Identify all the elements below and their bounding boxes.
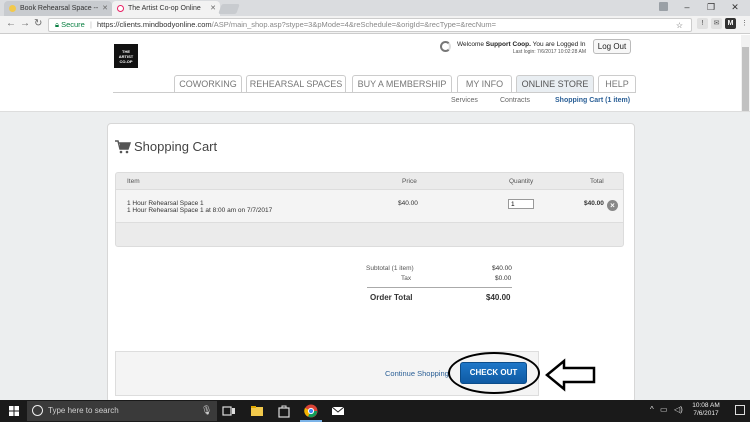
nav-coworking[interactable]: COWORKING: [174, 75, 242, 93]
chrome-icon[interactable]: [304, 404, 318, 418]
windows-start-icon[interactable]: [9, 406, 19, 416]
subnav-services[interactable]: Services: [451, 97, 478, 104]
favicon-icon: [117, 5, 124, 12]
summary-divider: [367, 287, 512, 288]
welcome-prefix: Welcome: [457, 41, 486, 48]
remove-item-icon[interactable]: ×: [607, 200, 618, 211]
nav-my-info[interactable]: MY INFO: [457, 75, 512, 93]
browser-tab-strip: Book Rehearsal Space -- ✕ The Artist Co-…: [0, 0, 750, 16]
clock[interactable]: 10:08 AM 7/6/2017: [686, 402, 726, 418]
nav-divider: [113, 92, 636, 93]
secure-label: Secure: [61, 20, 85, 29]
subtotal-label: Subtotal (1 item): [366, 265, 414, 272]
order-total-label: Order Total: [370, 293, 413, 302]
url-host: https://clients.mindbodyonline.com: [96, 20, 212, 29]
quantity-input[interactable]: [508, 199, 534, 209]
clock-date: 7/6/2017: [693, 410, 719, 417]
notifications-icon[interactable]: [735, 405, 745, 415]
back-icon[interactable]: ←: [6, 18, 16, 29]
close-window-button[interactable]: ✕: [723, 0, 747, 16]
close-icon[interactable]: ✕: [210, 1, 216, 16]
clock-time: 10:08 AM: [692, 402, 720, 409]
profile-icon[interactable]: [659, 2, 668, 11]
nav-online-store[interactable]: ONLINE STORE: [516, 75, 594, 93]
column-header-price: Price: [402, 178, 417, 185]
highlight-circle: [448, 352, 540, 394]
subtotal-value: $40.00: [492, 265, 512, 272]
page-title: Shopping Cart: [134, 139, 218, 154]
loading-spinner-icon: [440, 41, 451, 52]
logout-button[interactable]: Log Out: [593, 39, 631, 54]
tray-chevron-icon[interactable]: ^: [650, 405, 654, 414]
network-icon[interactable]: ▭: [660, 405, 668, 414]
maximize-button[interactable]: ❐: [699, 0, 723, 16]
address-bar[interactable]: 🔒︎ Secure | https://clients.mindbodyonli…: [48, 18, 692, 32]
close-icon[interactable]: ✕: [102, 1, 108, 16]
tab-artist-coop-online[interactable]: The Artist Co-op Online ✕: [112, 1, 220, 16]
task-view-icon[interactable]: [222, 404, 236, 418]
mail-icon[interactable]: [331, 404, 345, 418]
pointer-arrow-icon: [545, 358, 596, 392]
browser-toolbar: ← → ↻ 🔒︎ Secure | https://clients.mindbo…: [0, 16, 750, 34]
tab-book-rehearsal-space[interactable]: Book Rehearsal Space -- ✕: [4, 1, 112, 16]
store-icon[interactable]: [277, 404, 291, 418]
subnav-shopping-cart[interactable]: Shopping Cart (1 item): [555, 97, 630, 104]
continue-shopping-link[interactable]: Continue Shopping: [385, 369, 449, 378]
item-name: 1 Hour Rehearsal Space 1: [127, 200, 204, 207]
reload-icon[interactable]: ↻: [34, 18, 42, 29]
order-total-value: $40.00: [486, 293, 511, 302]
new-tab-button[interactable]: [218, 4, 240, 14]
menu-icon[interactable]: ⋮: [739, 18, 750, 29]
taskbar-search[interactable]: Type here to search 🎙︎: [27, 401, 217, 421]
logo-text: CO-OP: [119, 59, 133, 64]
welcome-suffix: You are Logged In: [530, 41, 586, 48]
url-separator: |: [89, 20, 92, 29]
url-path: /ASP/main_shop.asp?stype=3&pMode=4&reSch…: [211, 20, 496, 29]
file-explorer-icon[interactable]: [250, 404, 264, 418]
tax-label: Tax: [401, 275, 412, 282]
search-placeholder: Type here to search: [48, 406, 119, 415]
item-price: $40.00: [398, 200, 418, 207]
extension-icon[interactable]: M: [725, 18, 736, 29]
welcome-text: Welcome Support Coop. You are Logged In: [457, 41, 586, 48]
column-header-total: Total: [590, 178, 604, 185]
bookmark-star-icon[interactable]: ☆: [676, 20, 683, 31]
nav-help[interactable]: HELP: [598, 75, 636, 93]
tax-value: $0.00: [495, 275, 512, 282]
item-total: $40.00: [584, 200, 604, 207]
column-header-item: Item: [127, 178, 140, 185]
tab-title: The Artist Co-op Online: [128, 5, 201, 12]
column-header-quantity: Quantity: [509, 178, 534, 185]
item-detail: 1 Hour Rehearsal Space 1 at 8:00 am on 7…: [127, 207, 273, 214]
nav-rehearsal-spaces[interactable]: REHEARSAL SPACES: [246, 75, 346, 93]
volume-icon[interactable]: ◁): [674, 405, 683, 414]
nav-buy-a-membership[interactable]: BUY A MEMBERSHIP: [352, 75, 452, 93]
forward-icon[interactable]: →: [20, 18, 30, 29]
tab-title: Book Rehearsal Space --: [20, 5, 99, 12]
search-icon: [32, 405, 43, 416]
microphone-icon[interactable]: 🎙︎: [201, 405, 212, 416]
extension-icon[interactable]: !: [697, 18, 708, 29]
site-logo[interactable]: THE ARTIST CO-OP: [114, 44, 138, 68]
subnav-contracts[interactable]: Contracts: [500, 97, 530, 104]
user-name: Support Coop.: [485, 41, 531, 48]
extension-icon[interactable]: ✉: [711, 18, 722, 29]
favicon-icon: [9, 5, 16, 12]
shopping-cart-icon: [115, 140, 131, 154]
minimize-button[interactable]: –: [675, 0, 699, 16]
last-login: Last login: 7/6/2017 10:02:28 AM: [512, 49, 586, 55]
